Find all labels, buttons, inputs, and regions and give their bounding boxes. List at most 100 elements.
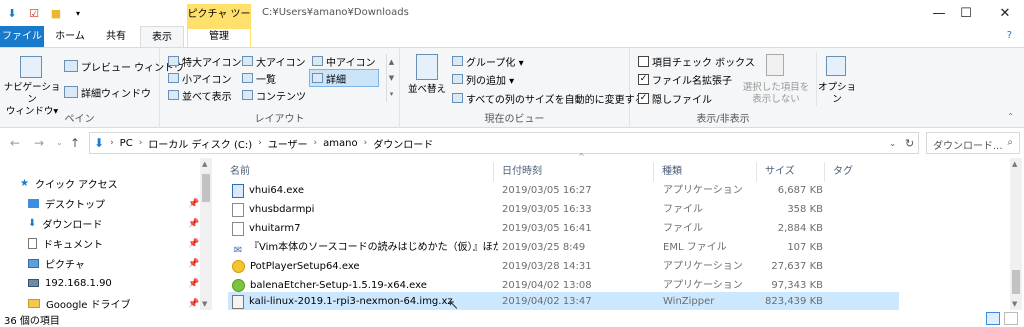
nav-item-desktop[interactable]: デスクトップ [28, 195, 105, 211]
tab-file[interactable]: ファイル [0, 26, 44, 47]
column-header-tag[interactable]: タグ [825, 162, 905, 182]
nav-item-quick-access[interactable]: ★ クイック アクセス [20, 175, 118, 191]
star-icon: ★ [20, 177, 29, 189]
column-header-type[interactable]: 種類 [654, 162, 757, 182]
tab-share[interactable]: 共有 [96, 26, 136, 47]
breadcrumb-separator-icon[interactable]: › [110, 138, 114, 148]
group-by-button[interactable]: グループ化 ▾ [452, 53, 524, 69]
search-input[interactable]: ダウンロード... ⌕ [926, 132, 1020, 154]
layout-scroll-arrows[interactable]: ▲ ▼ ▾ [386, 54, 396, 102]
breadcrumb-separator-icon[interactable]: › [139, 138, 143, 148]
refresh-icon[interactable]: ↻ [905, 137, 914, 150]
collapse-ribbon-icon[interactable]: ⌃ [1007, 112, 1014, 121]
scroll-down-icon[interactable]: ▼ [202, 300, 207, 308]
column-header-size[interactable]: サイズ [757, 162, 825, 182]
size-all-columns-button[interactable]: すべての列のサイズを自動的に変更する [452, 90, 645, 106]
pin-icon[interactable]: 📌 [188, 199, 199, 209]
address-dropdown-icon[interactable]: ⌄ [889, 139, 896, 148]
group-by-icon [452, 56, 463, 66]
breadcrumb-downloads[interactable]: ダウンロード [373, 136, 433, 151]
title-bar: ⬇ ☑ ■ ▾ ピクチャ ツール C:¥Users¥amano¥Download… [0, 0, 1024, 42]
nav-item-network-drive[interactable]: 192.168.1.90 [28, 275, 112, 291]
breadcrumb-local-disk[interactable]: ローカル ディスク (C:) [148, 136, 252, 151]
desktop-icon [28, 198, 39, 208]
nav-item-google-drive[interactable]: Gooogle ドライブ [28, 295, 131, 311]
nav-item-pictures[interactable]: ピクチャ [28, 255, 85, 271]
file-list-scroll-thumb[interactable] [1012, 270, 1020, 294]
layout-large-icons[interactable]: 大アイコン [242, 53, 306, 69]
checkbox-checked-icon: ✓ [638, 92, 649, 104]
close-button[interactable]: ✕ [986, 0, 1024, 26]
hide-selected-button[interactable]: 選択した項目を 表示しない [736, 82, 816, 106]
pin-icon[interactable]: 📌 [188, 259, 199, 269]
file-row[interactable]: vhuitarm7 2019/03/05 16:41 ファイル 2,884 KB [228, 219, 899, 238]
breadcrumb-amano[interactable]: amano [323, 138, 357, 149]
nav-item-downloads[interactable]: ⬇ ダウンロード [28, 215, 102, 231]
pin-icon[interactable]: 📌 [188, 279, 199, 289]
network-drive-icon [28, 279, 39, 287]
sort-button[interactable]: 並べ替え [404, 84, 450, 96]
breadcrumb-users[interactable]: ユーザー [268, 136, 308, 151]
pin-icon[interactable]: 📌 [188, 239, 199, 249]
file-row[interactable]: vhusbdarmpi 2019/03/05 16:33 ファイル 358 KB [228, 200, 899, 219]
column-header-date[interactable]: 日付時刻 [494, 162, 654, 182]
ribbon-group-current-view: 並べ替え グループ化 ▾ 列の追加 ▾ すべての列のサイズを自動的に変更する 現… [400, 48, 645, 128]
layout-extra-large-icons[interactable]: 特大アイコン [168, 53, 242, 69]
scroll-down-icon[interactable]: ▼ [1012, 300, 1017, 308]
file-row-selected[interactable]: kali-linux-2019.1-rpi3-nexmon-64.img.xz … [228, 292, 899, 310]
breadcrumb-separator-icon[interactable]: › [314, 138, 318, 148]
details-pane-icon [64, 86, 78, 98]
column-header-name[interactable]: 名前 [222, 162, 494, 182]
group-label-pane: ペイン [64, 114, 95, 125]
recent-locations-icon[interactable]: ⌄ [56, 138, 63, 147]
layout-list[interactable]: 一覧 [242, 70, 276, 86]
layout-icon [312, 73, 323, 83]
back-arrow-icon[interactable]: ← [10, 136, 20, 150]
nav-scroll-thumb[interactable] [202, 174, 210, 202]
pin-icon[interactable]: 📌 [188, 299, 199, 309]
search-icon: ⌕ [1007, 137, 1013, 148]
layout-medium-icons[interactable]: 中アイコン [312, 53, 376, 69]
forward-arrow-icon[interactable]: → [34, 136, 44, 150]
download-arrow-icon[interactable]: ⬇ [4, 5, 20, 21]
layout-content[interactable]: コンテンツ [242, 87, 306, 103]
qat-dropdown-icon[interactable]: ▾ [70, 5, 86, 21]
file-row[interactable]: vhui64.exe 2019/03/05 16:27 アプリケーション 6,6… [228, 181, 899, 200]
maximize-button[interactable]: ☐ [946, 0, 986, 26]
file-list-scrollbar[interactable]: ▲ ▼ [1010, 158, 1022, 310]
tab-manage[interactable]: 管理 [187, 26, 251, 47]
options-icon [826, 56, 846, 76]
breadcrumb-pc[interactable]: PC [120, 138, 133, 149]
hidden-files-toggle[interactable]: ✓ 隠しファイル [638, 90, 712, 106]
large-icons-view-icon[interactable] [1004, 312, 1018, 325]
navigation-pane-icon [20, 56, 42, 78]
scroll-up-icon[interactable]: ▲ [1012, 160, 1017, 168]
size-columns-icon [452, 93, 463, 103]
breadcrumb-separator-icon[interactable]: › [364, 138, 368, 148]
options-button[interactable]: オプション [816, 82, 858, 106]
add-column-button[interactable]: 列の追加 ▾ [452, 71, 514, 87]
tab-view[interactable]: 表示 [140, 26, 184, 47]
up-arrow-icon[interactable]: ↑ [70, 136, 80, 150]
scroll-up-icon[interactable]: ▲ [202, 160, 207, 168]
file-icon [232, 202, 244, 217]
file-row[interactable]: PotPlayerSetup64.exe 2019/03/28 14:31 アプ… [228, 257, 899, 276]
item-checkboxes-toggle[interactable]: 項目チェック ボックス [638, 53, 755, 69]
breadcrumb-separator-icon[interactable]: › [258, 138, 262, 148]
address-bar[interactable]: ⬇ › PC › ローカル ディスク (C:) › ユーザー › amano ›… [89, 132, 919, 154]
help-icon[interactable]: ? [1007, 30, 1012, 41]
nav-item-documents[interactable]: ドキュメント [28, 235, 103, 251]
layout-tiles[interactable]: 並べて表示 [168, 87, 232, 103]
details-view-icon[interactable] [986, 312, 1000, 325]
extensions-toggle[interactable]: ✓ ファイル名拡張子 [638, 71, 732, 87]
properties-icon[interactable]: ☑ [26, 5, 42, 21]
layout-details[interactable]: 詳細 [309, 69, 379, 87]
new-folder-icon[interactable]: ■ [48, 5, 64, 21]
file-row[interactable]: ✉ 『Vim本体のソースコードの読みはじめかた（仮）』ほか.eml 2019/03… [228, 238, 899, 257]
tab-home[interactable]: ホーム [50, 26, 90, 47]
layout-icon [312, 56, 323, 66]
pin-icon[interactable]: 📌 [188, 219, 199, 229]
nav-scrollbar[interactable]: ▲ ▼ [200, 158, 212, 310]
details-pane-button[interactable]: 詳細ウィンドウ [64, 84, 151, 100]
layout-small-icons[interactable]: 小アイコン [168, 70, 232, 86]
